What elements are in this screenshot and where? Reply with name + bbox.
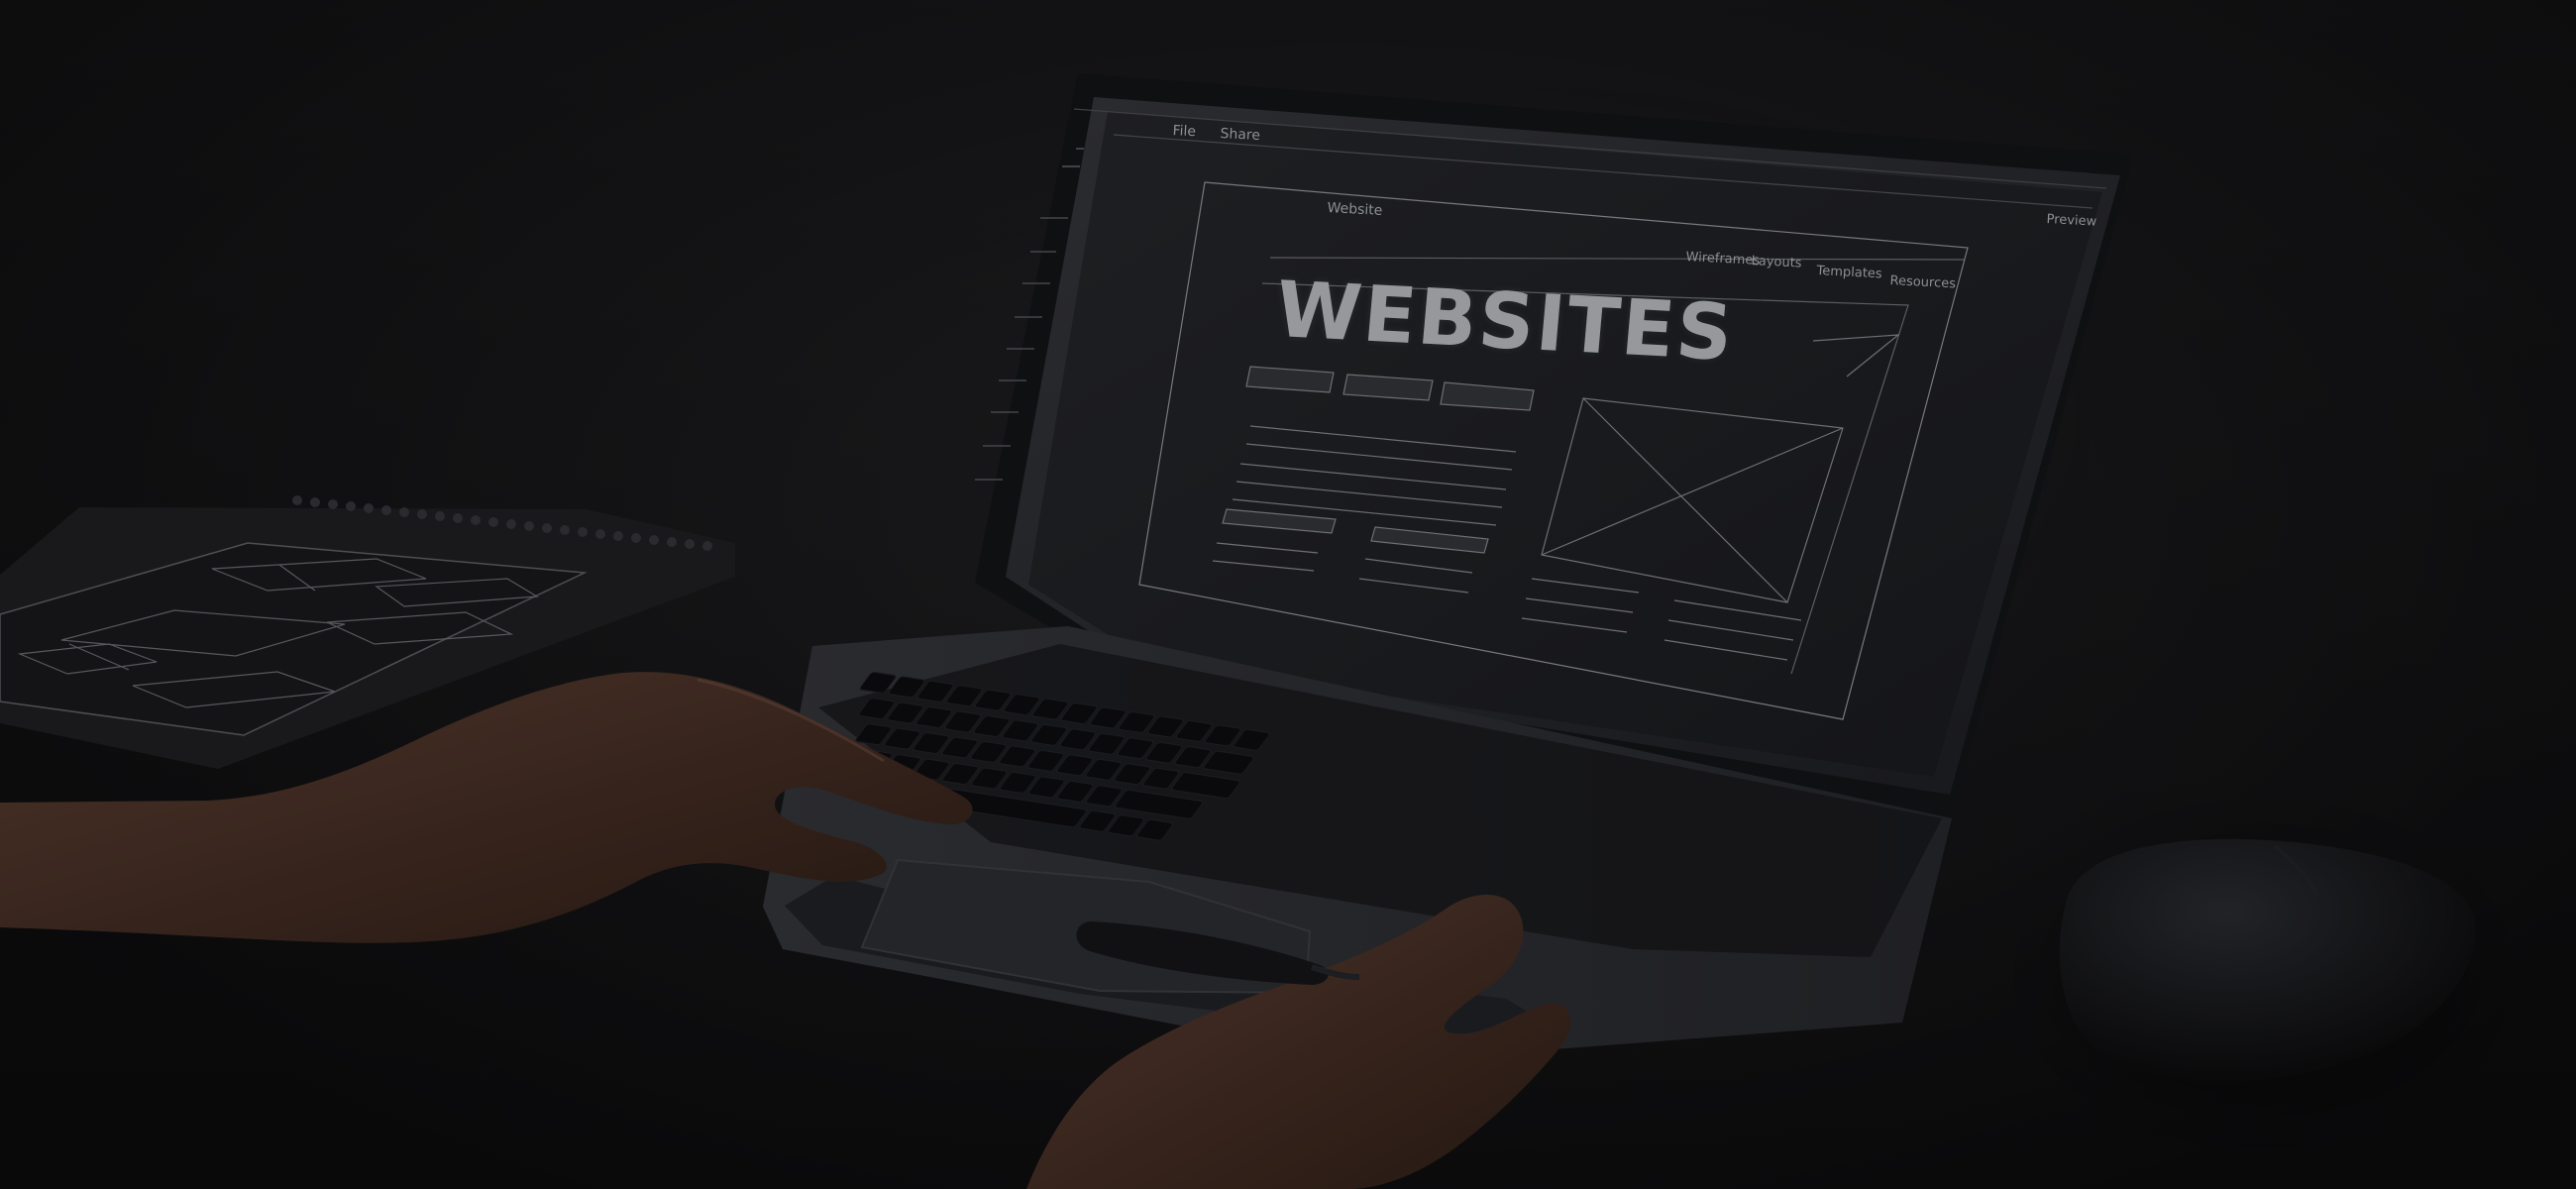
nav-link-layouts: Layouts bbox=[1751, 254, 1802, 271]
browser-tab-website: Website bbox=[1327, 200, 1383, 219]
app-menu-share: Share bbox=[1220, 126, 1261, 145]
preview-link: Preview bbox=[2046, 212, 2097, 230]
app-menu-file: File bbox=[1172, 123, 1197, 141]
photo-scene: WEBSITES File Share Website Preview Wire… bbox=[0, 0, 2576, 1189]
photo-illustration bbox=[0, 0, 2576, 1189]
